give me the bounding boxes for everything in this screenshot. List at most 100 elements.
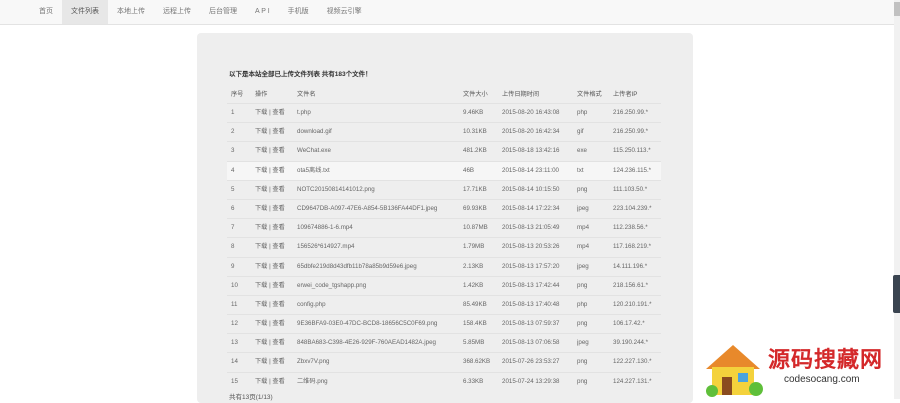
row-index: 15 [231, 377, 238, 385]
row-actions: 下载 | 查看 [255, 258, 295, 276]
row-format: png [577, 320, 588, 328]
row-index: 3 [231, 147, 235, 155]
row-format: png [577, 358, 588, 366]
row-filename: 65dbfe219d8d43dfb11b78a85b9d59e6.jpeg [297, 262, 417, 270]
row-filename: WeChat.exe [297, 147, 331, 155]
view-link[interactable]: 查看 [272, 320, 284, 327]
view-link[interactable]: 查看 [272, 109, 284, 116]
row-format: php [577, 109, 588, 116]
view-link[interactable]: 查看 [272, 243, 284, 250]
view-link[interactable]: 查看 [272, 205, 284, 212]
view-link[interactable]: 查看 [272, 301, 284, 308]
row-date: 2015-08-18 13:42:16 [502, 147, 560, 155]
row-size: 5.85MB [463, 339, 485, 347]
download-link[interactable]: 下载 [255, 186, 267, 193]
row-date: 2015-08-14 10:15:50 [502, 185, 560, 193]
download-link[interactable]: 下载 [255, 147, 267, 154]
row-size: 10.87MB [463, 224, 488, 232]
row-actions: 下载 | 查看 [255, 334, 295, 352]
row-actions: 下载 | 查看 [255, 373, 295, 391]
view-link[interactable]: 查看 [272, 224, 284, 231]
nav-item-0[interactable]: 首页 [30, 0, 62, 24]
view-link[interactable]: 查看 [272, 378, 284, 385]
row-filename: NOTC20150814141012.png [297, 185, 375, 193]
row-actions: 下载 | 查看 [255, 296, 295, 314]
table-row: 12 下载 | 查看 9E36BFA9-03E0-47DC-BCD8-18656C5… [227, 314, 661, 333]
table-row: 13 下载 | 查看 848BA683-C398-4E26-929F-760AEAD… [227, 333, 661, 352]
nav-item-1[interactable]: 文件列表 [62, 0, 108, 24]
download-link[interactable]: 下载 [255, 128, 267, 135]
row-ip: 14.111.196.* [613, 262, 648, 270]
row-size: 1.42KB [463, 281, 484, 289]
nav-item-5[interactable]: A P I [246, 0, 279, 24]
view-link[interactable]: 查看 [272, 282, 284, 289]
download-link[interactable]: 下载 [255, 301, 267, 308]
row-date: 2015-08-13 17:40:48 [502, 300, 560, 308]
download-link[interactable]: 下载 [255, 243, 267, 250]
table-row: 14 下载 | 查看 Zbxv7V.png 368.62KB 2015-07-26 23… [227, 352, 661, 371]
row-index: 7 [231, 224, 235, 232]
view-link[interactable]: 查看 [272, 167, 284, 174]
download-link[interactable]: 下载 [255, 167, 267, 174]
row-actions: 下载 | 查看 [255, 277, 295, 295]
row-filename: 156526*614927.mp4 [297, 243, 355, 251]
download-link[interactable]: 下载 [255, 282, 267, 289]
nav-item-6[interactable]: 手机版 [279, 0, 318, 24]
watermark: 源码搜藏网 codesocang.com [700, 337, 900, 399]
row-date: 2015-08-20 16:42:34 [502, 128, 560, 136]
row-date: 2015-08-13 07:59:37 [502, 320, 560, 328]
download-link[interactable]: 下载 [255, 109, 267, 116]
view-link[interactable]: 查看 [272, 147, 284, 154]
nav-item-3[interactable]: 远程上传 [154, 0, 200, 24]
view-link[interactable]: 查看 [272, 339, 284, 346]
row-date: 2015-08-20 16:43:08 [502, 109, 560, 116]
row-ip: 124.227.131.* [613, 377, 652, 385]
row-date: 2015-08-13 17:57:20 [502, 262, 560, 270]
row-index: 5 [231, 185, 235, 193]
view-link[interactable]: 查看 [272, 128, 284, 135]
view-link[interactable]: 查看 [272, 263, 284, 270]
row-format: php [577, 300, 588, 308]
row-size: 158.4KB [463, 320, 487, 328]
download-link[interactable]: 下载 [255, 224, 267, 231]
row-actions: 下载 | 查看 [255, 315, 295, 333]
row-size: 69.93KB [463, 204, 487, 212]
download-link[interactable]: 下载 [255, 205, 267, 212]
row-filename: erwei_code_tgshapp.png [297, 281, 367, 289]
row-size: 2.13KB [463, 262, 484, 270]
side-float-tab[interactable] [893, 275, 900, 313]
row-date: 2015-07-26 23:53:27 [502, 358, 560, 366]
row-format: txt [577, 166, 584, 174]
download-link[interactable]: 下载 [255, 320, 267, 327]
row-ip: 122.227.130.* [613, 358, 652, 366]
row-ip: 218.156.61.* [613, 281, 649, 289]
watermark-text: 源码搜藏网 [768, 348, 884, 373]
column-header-date: 上传日期时间 [502, 91, 540, 98]
file-table: 序号 操作 文件名 文件大小 上传日期时间 文件格式 上传者IP 1 下载 | 查… [227, 88, 661, 391]
row-format: png [577, 377, 588, 385]
row-date: 2015-08-13 21:05:49 [502, 224, 560, 232]
view-link[interactable]: 查看 [272, 186, 284, 193]
row-actions: 下载 | 查看 [255, 123, 295, 141]
row-ip: 115.250.113.* [613, 147, 651, 155]
nav-item-4[interactable]: 后台管理 [200, 0, 246, 24]
row-filename: 109674886-1-6.mp4 [297, 224, 353, 232]
download-link[interactable]: 下载 [255, 339, 267, 346]
download-link[interactable]: 下载 [255, 263, 267, 270]
nav-item-2[interactable]: 本地上传 [108, 0, 154, 24]
scrollbar-thumb[interactable] [894, 2, 900, 16]
row-size: 368.62KB [463, 358, 491, 366]
row-filename: config.php [297, 300, 326, 308]
download-link[interactable]: 下载 [255, 358, 267, 365]
view-link[interactable]: 查看 [272, 358, 284, 365]
row-format: mp4 [577, 224, 590, 232]
row-actions: 下载 | 查看 [255, 353, 295, 371]
download-link[interactable]: 下载 [255, 378, 267, 385]
nav-item-7[interactable]: 视频云引擎 [318, 0, 371, 24]
table-row: 5 下载 | 查看 NOTC20150814141012.png 17.71KB 201… [227, 179, 661, 199]
table-row: 8 下载 | 查看 156526*614927.mp4 1.79MB 2015-08-1… [227, 237, 661, 256]
row-index: 9 [231, 262, 235, 270]
row-size: 46B [463, 166, 475, 174]
row-size: 17.71KB [463, 185, 487, 193]
table-row: 10 下载 | 查看 erwei_code_tgshapp.png 1.42KB 201… [227, 275, 661, 295]
